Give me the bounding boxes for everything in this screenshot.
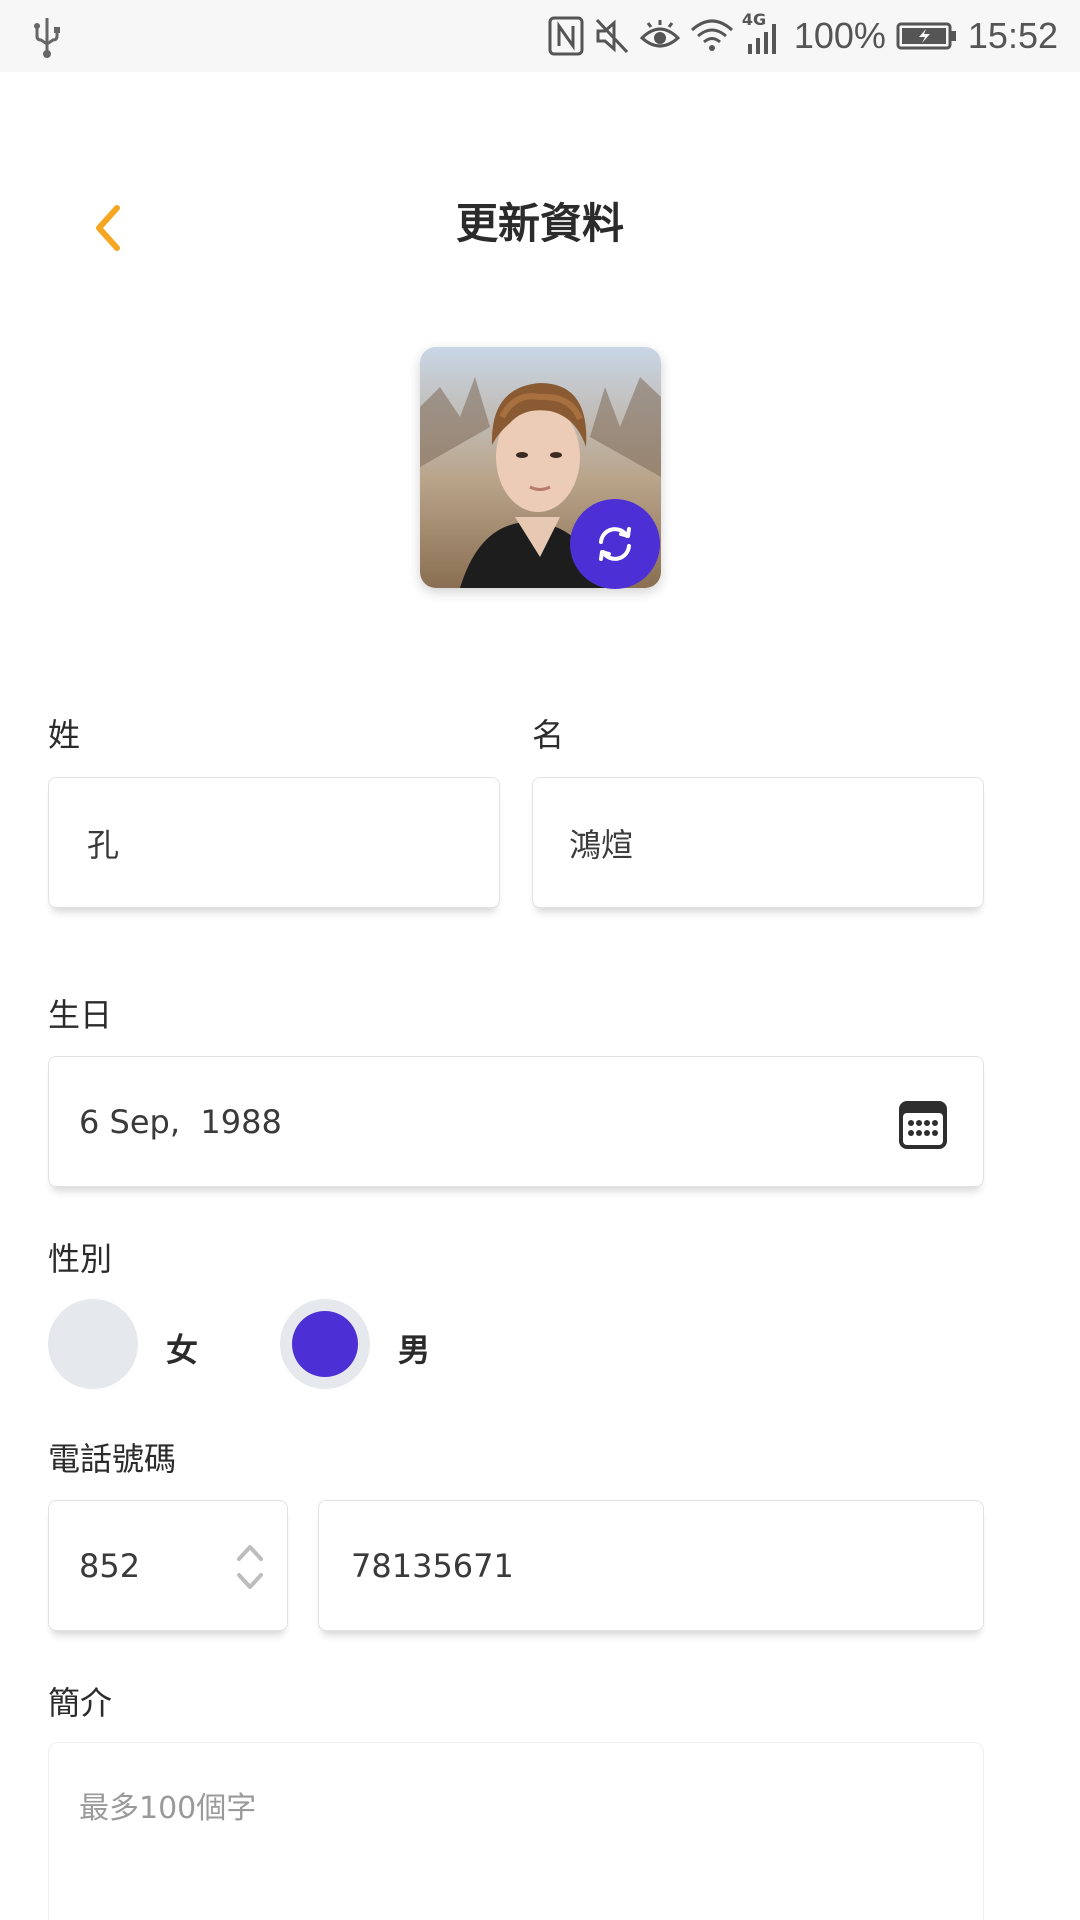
last-name-field[interactable]: 孔 xyxy=(48,777,500,908)
country-code-value: 852 xyxy=(79,1546,141,1585)
birthday-value: 6 Sep, 1988 xyxy=(79,1102,282,1141)
bio-placeholder: 最多100個字 xyxy=(79,1791,257,1826)
phone-label: 電話號碼 xyxy=(48,1440,177,1478)
first-name-label: 名 xyxy=(532,716,565,754)
eye-icon xyxy=(639,18,680,54)
battery-percent: 100% xyxy=(793,15,886,56)
battery-icon xyxy=(896,20,958,52)
gender-female-radio[interactable] xyxy=(48,1299,138,1389)
last-name-value: 孔 xyxy=(87,825,120,864)
page-title: 更新資料 xyxy=(455,199,624,248)
avatar-section xyxy=(420,347,661,589)
birthday-field[interactable]: 6 Sep, 1988 xyxy=(48,1056,984,1187)
gender-male-label[interactable]: 男 xyxy=(398,1325,430,1371)
phone-number-field[interactable]: 78135671 xyxy=(318,1500,984,1631)
change-photo-button[interactable] xyxy=(570,499,660,589)
gender-label: 性別 xyxy=(48,1240,113,1278)
country-code-field[interactable]: 852 xyxy=(48,1500,288,1631)
network-type: 4G xyxy=(741,10,767,29)
calendar-icon[interactable] xyxy=(897,1097,949,1155)
signal-icon: 4G xyxy=(742,10,784,56)
clock: 15:52 xyxy=(967,15,1058,56)
usb-icon xyxy=(30,14,64,62)
birthday-label: 生日 xyxy=(48,996,113,1034)
phone-number-value: 78135671 xyxy=(351,1546,514,1585)
first-name-field[interactable]: 鴻煊 xyxy=(532,777,984,908)
last-name-label: 姓 xyxy=(48,716,81,754)
bio-textarea[interactable]: 最多100個字 xyxy=(48,1742,984,1920)
gender-female-label[interactable]: 女 xyxy=(166,1325,198,1371)
bio-label: 簡介 xyxy=(48,1684,113,1722)
up-down-chevron-icon[interactable] xyxy=(235,1541,265,1597)
gender-male-radio[interactable] xyxy=(280,1299,370,1389)
refresh-icon xyxy=(599,527,631,561)
mute-icon xyxy=(594,16,630,56)
nfc-icon xyxy=(548,16,584,56)
status-bar: 4G 100% 15:52 xyxy=(0,0,1080,72)
wifi-icon xyxy=(690,18,734,54)
first-name-value: 鴻煊 xyxy=(569,825,634,864)
